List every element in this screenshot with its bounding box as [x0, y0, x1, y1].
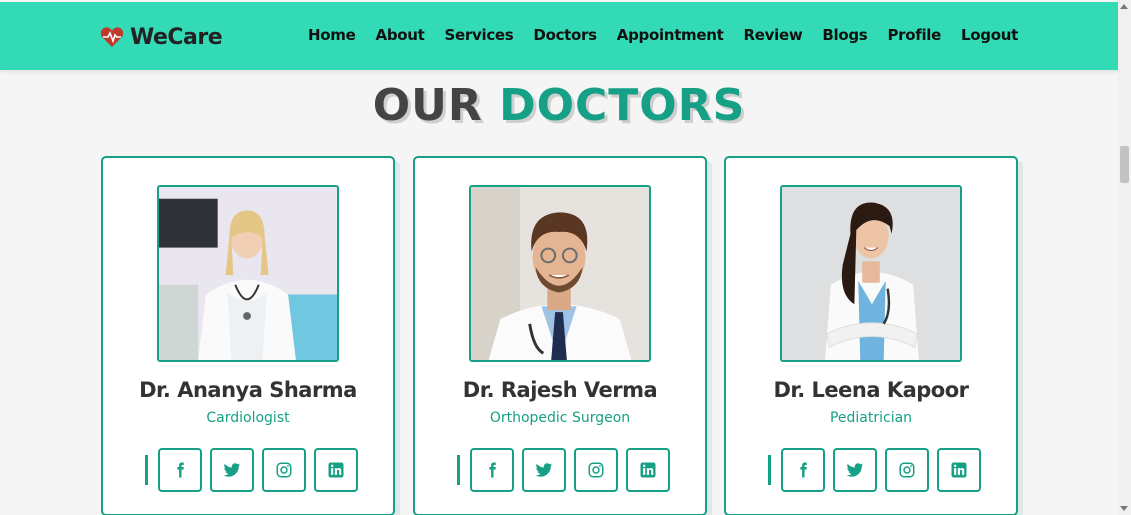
nav-blogs[interactable]: Blogs [822, 26, 867, 44]
instagram-icon [899, 462, 915, 478]
doctor-photo [157, 185, 339, 362]
twitter-icon [846, 463, 864, 477]
twitter-button[interactable] [210, 448, 254, 492]
facebook-icon [177, 462, 184, 478]
main-nav: Home About Services Doctors Appointment … [308, 26, 1018, 44]
instagram-button[interactable] [574, 448, 618, 492]
linkedin-icon [328, 462, 344, 478]
divider [457, 455, 460, 485]
section-title: OUR DOCTORS [0, 80, 1118, 132]
doctor-name: Dr. Rajesh Verma [462, 378, 658, 402]
nav-services[interactable]: Services [445, 26, 514, 44]
divider [768, 455, 771, 485]
doctor-photo [780, 185, 962, 362]
nav-doctors[interactable]: Doctors [533, 26, 597, 44]
scroll-up-arrow[interactable] [1120, 4, 1128, 9]
linkedin-icon [951, 462, 967, 478]
doctor-card: Dr. Ananya Sharma Cardiologist [101, 156, 395, 515]
social-links [768, 448, 981, 492]
title-word-doctors: DOCTORS [499, 80, 746, 131]
scrollbar-thumb[interactable] [1120, 146, 1129, 183]
doctor-name: Dr. Leena Kapoor [773, 378, 969, 402]
facebook-icon [489, 462, 496, 478]
divider [145, 455, 148, 485]
facebook-icon [800, 462, 807, 478]
instagram-icon [588, 462, 604, 478]
heart-pulse-icon [100, 27, 124, 47]
instagram-button[interactable] [262, 448, 306, 492]
linkedin-icon [640, 462, 656, 478]
linkedin-button[interactable] [937, 448, 981, 492]
facebook-button[interactable] [158, 448, 202, 492]
nav-logout[interactable]: Logout [961, 26, 1018, 44]
linkedin-button[interactable] [314, 448, 358, 492]
title-word-our: OUR [372, 80, 483, 131]
doctor-specialty: Cardiologist [206, 410, 290, 426]
twitter-icon [223, 463, 241, 477]
instagram-icon [276, 462, 292, 478]
doctor-specialty: Orthopedic Surgeon [489, 410, 631, 426]
nav-review[interactable]: Review [744, 26, 803, 44]
scroll-down-arrow[interactable] [1120, 506, 1128, 511]
doctor-card: Dr. Leena Kapoor Pediatrician [724, 156, 1018, 515]
nav-profile[interactable]: Profile [887, 26, 941, 44]
social-links [145, 448, 358, 492]
doctor-photo [469, 185, 651, 362]
social-links [457, 448, 670, 492]
brand-name: WeCare [130, 24, 223, 50]
twitter-button[interactable] [522, 448, 566, 492]
doctor-card: Dr. Rajesh Verma Orthopedic Surgeon [413, 156, 707, 515]
instagram-button[interactable] [885, 448, 929, 492]
twitter-button[interactable] [833, 448, 877, 492]
nav-home[interactable]: Home [308, 26, 356, 44]
nav-appointment[interactable]: Appointment [617, 26, 724, 44]
navbar: WeCare Home About Services Doctors Appoi… [0, 2, 1118, 70]
linkedin-button[interactable] [626, 448, 670, 492]
facebook-button[interactable] [470, 448, 514, 492]
doctor-name: Dr. Ananya Sharma [139, 378, 357, 402]
twitter-icon [535, 463, 553, 477]
doctor-specialty: Pediatrician [829, 410, 913, 426]
brand-logo[interactable]: WeCare [100, 22, 223, 52]
facebook-button[interactable] [781, 448, 825, 492]
nav-about[interactable]: About [376, 26, 425, 44]
page-scrollbar[interactable] [1118, 0, 1131, 515]
